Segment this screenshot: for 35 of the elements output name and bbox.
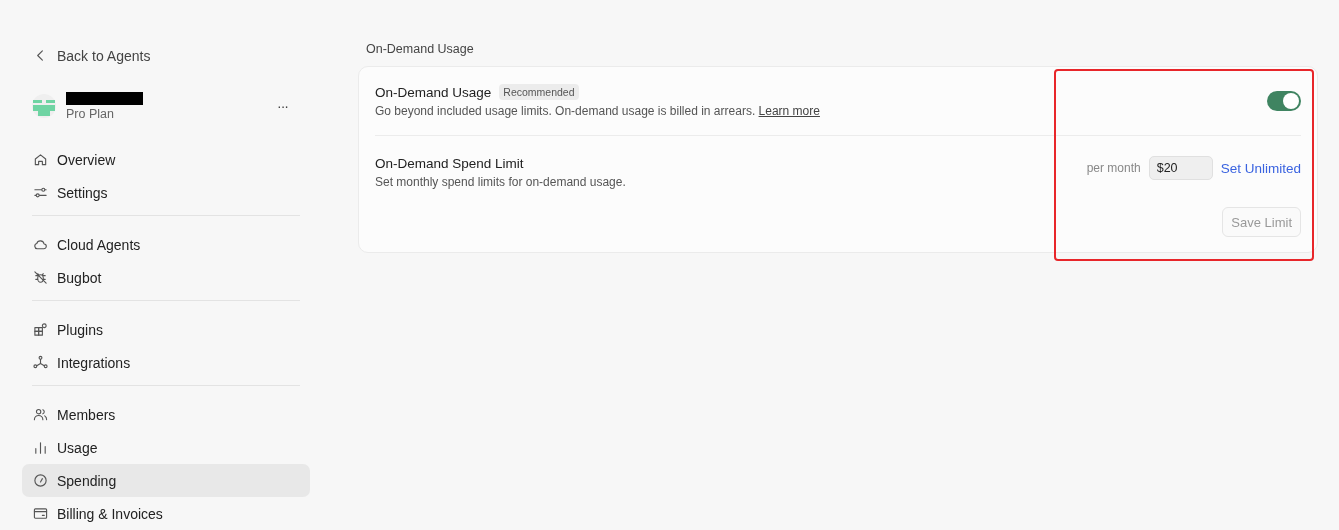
network-icon	[33, 355, 48, 370]
sidebar-item[interactable]: Cloud Agents	[22, 228, 310, 261]
sidebar-item[interactable]: Plugins	[22, 313, 310, 346]
setting-description: Go beyond included usage limits. On-demand usage is billed in arrears.	[375, 104, 756, 118]
section-title: On-Demand Usage	[365, 42, 475, 58]
sidebar-item[interactable]: Integrations	[22, 346, 310, 379]
setting-description: Set monthly spend limits for on-demand usage.	[375, 175, 626, 189]
back-link[interactable]: Back to Agents	[22, 46, 310, 66]
setting-title: On-Demand Usage	[375, 84, 492, 100]
period-label: per month	[1086, 161, 1141, 175]
recommended-badge: Recommended	[499, 84, 579, 100]
plugin-icon	[33, 322, 48, 337]
set-unlimited-link[interactable]: Set Unlimited	[1220, 160, 1301, 176]
sidebar-item[interactable]: Overview	[22, 143, 310, 176]
sidebar-item[interactable]: Spending	[22, 464, 310, 497]
plan-label: Pro Plan	[66, 106, 115, 121]
avatar-icon	[32, 94, 56, 119]
bug-icon	[33, 270, 48, 285]
cloud-icon	[33, 237, 48, 252]
limit-input[interactable]: $20	[1148, 156, 1213, 180]
sidebar-item[interactable]: Members	[22, 398, 310, 431]
bar-chart-icon	[33, 440, 48, 455]
home-icon	[33, 152, 48, 167]
sidebar-item[interactable]: Bugbot	[22, 261, 310, 294]
toggle-switch[interactable]	[1267, 91, 1301, 111]
people-icon	[33, 407, 48, 422]
more-button[interactable]: ···	[271, 97, 294, 116]
card-icon	[33, 506, 48, 521]
gauge-icon	[33, 473, 48, 488]
sidebar-item[interactable]: Billing & Invoices	[22, 497, 310, 530]
learn-more-link[interactable]: Learn more	[758, 104, 820, 118]
setting-title: On-Demand Spend Limit	[375, 156, 524, 171]
sidebar-item[interactable]: Settings	[22, 176, 310, 209]
sidebar-item[interactable]: Usage	[22, 431, 310, 464]
settings-icon	[33, 185, 48, 200]
